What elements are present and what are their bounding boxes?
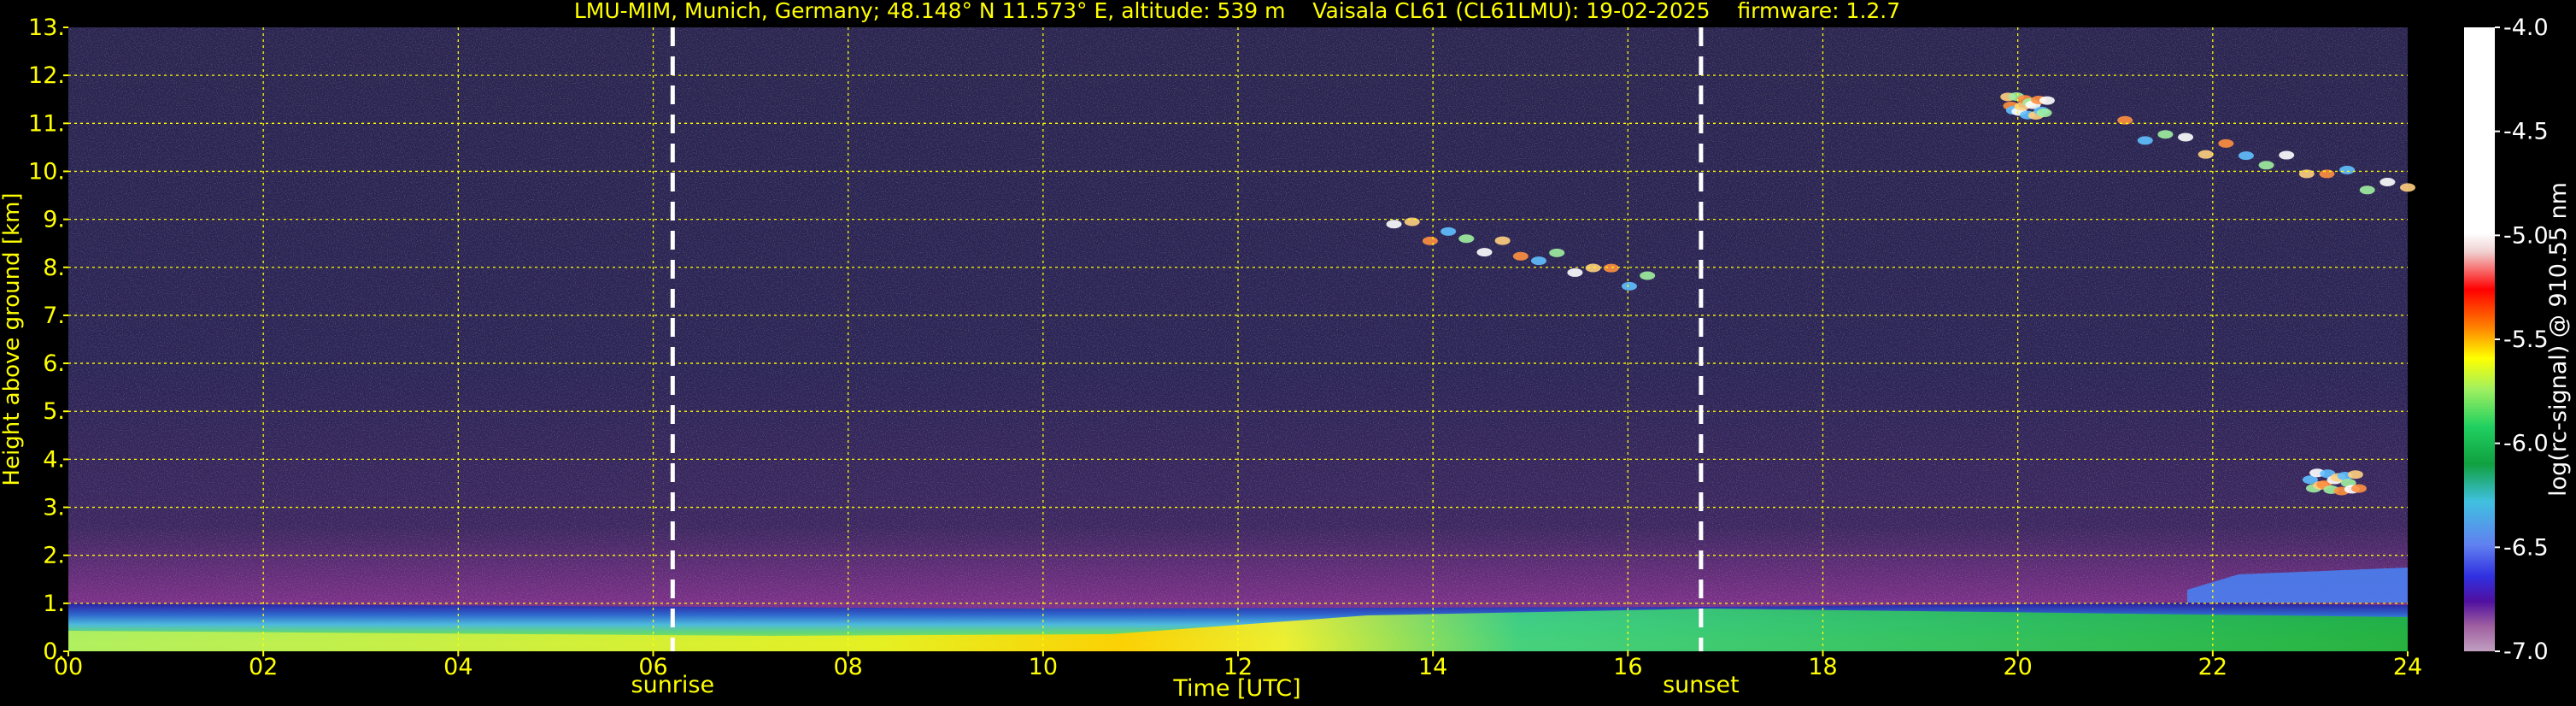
colorbar-tick-label: -6.5 [2503, 534, 2549, 561]
y-tick-label: 4. [43, 446, 65, 473]
colorbar-tick-label: -4.5 [2503, 119, 2549, 145]
colorbar-tick-label: -7.0 [2503, 638, 2549, 665]
cloud-echo [1494, 236, 1511, 245]
y-tick-label: 9. [43, 207, 65, 233]
x-tick-label: 16 [1613, 654, 1642, 680]
y-axis-label: Height above ground [km] [0, 192, 25, 485]
cloud-echo [1422, 236, 1438, 245]
y-tick-label: 11. [28, 110, 65, 137]
sun-marker-label: sunset [1663, 672, 1740, 698]
colorbar-gradient [2464, 27, 2495, 651]
y-tick-label: 3. [43, 495, 65, 521]
cloud-echo [2039, 96, 2055, 105]
cloud-echo [2339, 165, 2356, 174]
cloud-echo [2359, 185, 2375, 195]
y-tick-label: 13. [28, 15, 65, 41]
colorbar: -4.0 -4.5 -5.0 -5.5 -6.0 -6.5 -7.0 log(rc-sign… [2464, 15, 2572, 665]
cloud-echo [1386, 220, 1402, 229]
cloud-echo [2279, 150, 2295, 160]
cloud-echo [1531, 256, 1547, 266]
cloud-echo [1512, 251, 1529, 261]
y-tick-label: 7. [43, 303, 65, 329]
cloud-echo [2238, 151, 2254, 161]
cloud-echo [2198, 150, 2214, 159]
x-axis-label: Time [UTC] [1172, 675, 1300, 702]
cloud-echo [2178, 132, 2194, 142]
y-tick-label: 2. [43, 543, 65, 569]
cloud-echo [1567, 268, 1583, 277]
y-tick-label: 5. [43, 398, 65, 425]
cloud-echo [2036, 109, 2052, 118]
cloud-echo [2319, 169, 2335, 179]
x-tick-label: 14 [1418, 654, 1447, 680]
x-tick-label: 08 [833, 654, 862, 680]
cloud-echo [2379, 178, 2396, 187]
cloud-echo [2350, 484, 2367, 493]
cloud-echo [1549, 248, 1565, 257]
cloud-echo [1441, 227, 1457, 236]
cloud-echo [2157, 130, 2174, 139]
ceilometer-chart: sunrise sunset 00 02 04 06 08 10 12 14 16 18 20 22 24… [0, 0, 2572, 702]
y-tick-label: 12. [28, 62, 65, 89]
y-tick-label: 8. [43, 255, 65, 281]
x-tick-label: 10 [1029, 654, 1058, 680]
cloud-echo [1585, 263, 1601, 273]
colorbar-tick-label: -5.0 [2503, 222, 2549, 249]
cloud-echo [2400, 183, 2415, 192]
y-axis-ticks: 0. 1. 2. 3. 4. 5. 6. 7. 8. 9. 10. 11. 12. 13. [28, 15, 68, 665]
x-tick-label: 06 [638, 654, 667, 680]
x-tick-label: 18 [1808, 654, 1837, 680]
cloud-echo [1640, 271, 1656, 280]
x-tick-label: 20 [2003, 654, 2032, 680]
cloud-echo [1603, 263, 1619, 273]
chart-title: LMU-MIM, Munich, Germany; 48.148° N 11.5… [574, 0, 1900, 23]
cloud-echo [1404, 217, 1420, 227]
cloud-echo [2218, 138, 2234, 148]
cloud-echo [1621, 281, 1637, 291]
y-tick-label: 6. [43, 350, 65, 377]
y-tick-label: 10. [28, 158, 65, 185]
x-tick-label: 24 [2393, 654, 2422, 680]
colorbar-ticks: -4.0 -4.5 -5.0 -5.5 -6.0 -6.5 -7.0 [2495, 15, 2549, 665]
x-tick-label: 22 [2198, 654, 2227, 680]
colorbar-tick-label: -6.0 [2503, 431, 2549, 457]
cloud-echo [2347, 470, 2363, 479]
colorbar-tick-label: -4.0 [2503, 15, 2549, 41]
colorbar-tick-label: -5.5 [2503, 327, 2549, 353]
y-tick-label: 1. [43, 591, 65, 617]
x-tick-label: 04 [443, 654, 472, 680]
cloud-echo [2137, 136, 2153, 145]
x-tick-label: 02 [249, 654, 278, 680]
cloud-echo [2117, 115, 2133, 125]
y-tick-label: 0. [43, 638, 65, 665]
cloud-echo [2258, 161, 2274, 170]
cloud-echo [1476, 248, 1493, 257]
colorbar-label: log(rc-signal) @ 910.55 nm [2545, 182, 2572, 497]
cloud-echo [1458, 234, 1475, 244]
